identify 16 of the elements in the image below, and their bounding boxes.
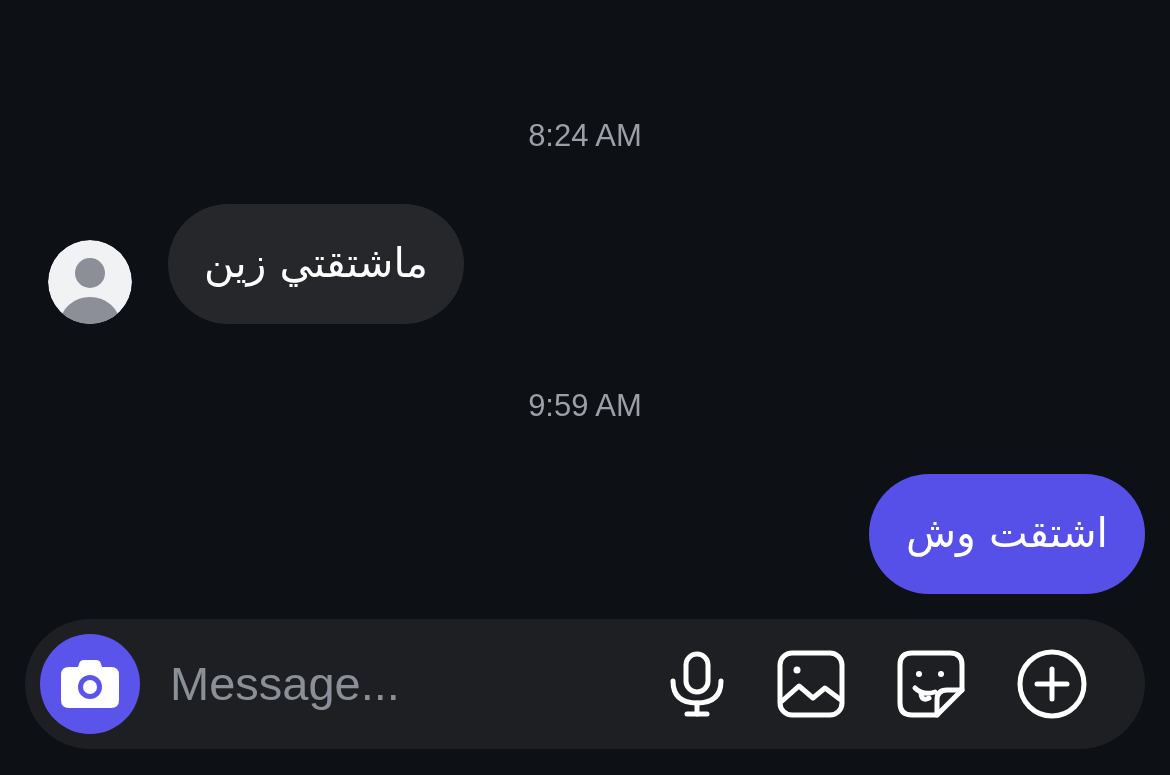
outgoing-message-bubble: اشتقت وش: [869, 474, 1145, 594]
sticker-button[interactable]: [897, 650, 965, 718]
camera-icon: [61, 660, 119, 708]
microphone-icon: [669, 651, 725, 717]
add-button[interactable]: [1017, 649, 1087, 719]
image-icon: [777, 650, 845, 718]
image-button[interactable]: [777, 650, 845, 718]
message-timestamp: 8:24 AM: [528, 117, 642, 155]
microphone-button[interactable]: [669, 651, 725, 717]
sticker-icon: [897, 650, 965, 718]
message-field[interactable]: Message...: [170, 648, 669, 720]
plus-icon: [1017, 649, 1087, 719]
avatar-icon: [48, 240, 132, 324]
message-timestamp: 9:59 AM: [528, 387, 642, 425]
incoming-message-bubble: ماشتقتي زين: [168, 204, 464, 324]
camera-button[interactable]: [40, 634, 140, 734]
